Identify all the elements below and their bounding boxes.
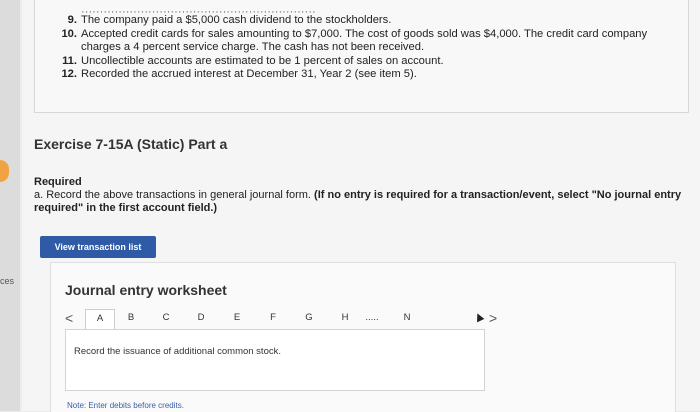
- worksheet-note: Note: Enter debits before credits.: [67, 401, 184, 410]
- rail-label: ces: [0, 276, 15, 286]
- transaction-number: 12.: [61, 68, 77, 80]
- rail-marker[interactable]: [0, 160, 9, 182]
- tab-ellipsis: .....: [365, 312, 379, 323]
- mouse-cursor-icon: [473, 311, 485, 323]
- tab-d[interactable]: D: [193, 309, 209, 327]
- required-section: Required a. Record the above transaction…: [34, 176, 694, 215]
- transaction-item: 10. Accepted credit cards for sales amou…: [55, 28, 675, 55]
- exercise-title: Exercise 7-15A (Static) Part a: [34, 136, 228, 152]
- worksheet-title: Journal entry worksheet: [65, 282, 227, 298]
- next-arrow-icon[interactable]: >: [489, 310, 497, 326]
- prev-arrow-icon[interactable]: <: [65, 310, 73, 326]
- transaction-text: Uncollectible accounts are estimated to …: [81, 54, 444, 67]
- transaction-text: Recorded the accrued interest at Decembe…: [81, 68, 417, 80]
- tab-c[interactable]: C: [158, 309, 174, 327]
- tab-n[interactable]: N: [399, 309, 415, 327]
- transaction-number: 10.: [61, 27, 77, 40]
- transaction-number: 11.: [62, 54, 77, 67]
- tab-e[interactable]: E: [229, 309, 245, 327]
- tab-b[interactable]: B: [123, 309, 139, 327]
- entry-description: Record the issuance of additional common…: [74, 346, 281, 357]
- content-page: ········································…: [22, 0, 700, 412]
- journal-entry-worksheet: Journal entry worksheet < A B C D E F G …: [50, 262, 676, 412]
- required-heading: Required: [34, 176, 82, 188]
- worksheet-tabs: < A B C D E F G H ..... N >: [61, 307, 661, 331]
- transaction-text: The company paid a $5,000 cash dividend …: [81, 14, 392, 26]
- transaction-item: 12. Recorded the accrued interest at Dec…: [55, 68, 675, 82]
- entry-description-box: Record the issuance of additional common…: [65, 329, 485, 391]
- transaction-item: 11. Uncollectible accounts are estimated…: [55, 55, 675, 69]
- transaction-item: 9. The company paid a $5,000 cash divide…: [55, 14, 675, 28]
- tab-h[interactable]: H: [337, 309, 353, 327]
- view-transaction-list-button[interactable]: View transaction list: [40, 236, 156, 258]
- transaction-number: 9.: [67, 14, 77, 26]
- tab-g[interactable]: G: [301, 309, 317, 327]
- required-text: a. Record the above transactions in gene…: [34, 189, 315, 201]
- tab-f[interactable]: F: [265, 309, 281, 327]
- tab-a[interactable]: A: [85, 309, 115, 331]
- transaction-item-cut: ········································…: [81, 6, 316, 14]
- transaction-list: ········································…: [55, 6, 675, 82]
- left-rail: ces: [0, 0, 20, 411]
- transaction-list-box: ········································…: [34, 0, 689, 113]
- transaction-text: Accepted credit cards for sales amountin…: [81, 27, 648, 54]
